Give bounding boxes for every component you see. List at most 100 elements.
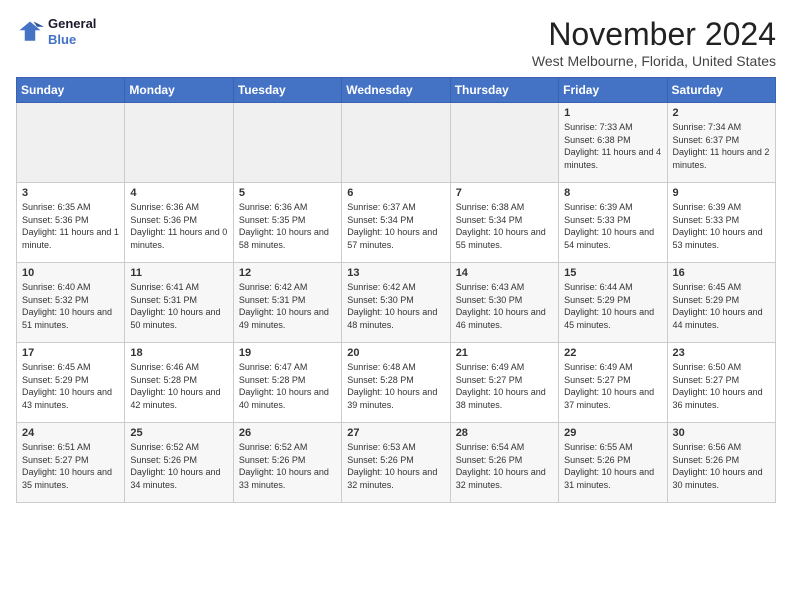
title-area: November 2024 West Melbourne, Florida, U… <box>532 16 776 69</box>
day-cell: 8Sunrise: 6:39 AM Sunset: 5:33 PM Daylig… <box>559 183 667 263</box>
day-cell: 20 Sunrise: 6:48 AM Sunset: 5:28 PM Dayli… <box>342 343 450 423</box>
day-cell: 19 Sunrise: 6:47 AM Sunset: 5:28 PM Dayli… <box>233 343 341 423</box>
day-info: Sunrise: 6:56 AM Sunset: 5:26 PM Dayligh… <box>673 441 770 491</box>
day-cell: 22 Sunrise: 6:49 AM Sunset: 5:27 PM Dayli… <box>559 343 667 423</box>
day-number: 23 <box>673 347 770 359</box>
weekday-header-friday: Friday <box>559 78 667 103</box>
day-number: 16 <box>673 267 770 279</box>
day-cell: 27 Sunrise: 6:53 AM Sunset: 5:26 PM Dayli… <box>342 423 450 503</box>
week-row-5: 24 Sunrise: 6:51 AM Sunset: 5:27 PM Dayli… <box>17 423 776 503</box>
day-cell: 10Sunrise: 6:40 AM Sunset: 5:32 PM Dayli… <box>17 263 125 343</box>
day-info: Sunrise: 6:45 AM Sunset: 5:29 PM Dayligh… <box>22 361 119 411</box>
location-title: West Melbourne, Florida, United States <box>532 53 776 69</box>
day-info: Sunrise: 6:42 AM Sunset: 5:30 PM Dayligh… <box>347 281 444 331</box>
day-info: Sunrise: 6:48 AM Sunset: 5:28 PM Dayligh… <box>347 361 444 411</box>
day-cell: 5Sunrise: 6:36 AM Sunset: 5:35 PM Daylig… <box>233 183 341 263</box>
day-info: Sunrise: 6:36 AM Sunset: 5:35 PM Dayligh… <box>239 201 336 251</box>
day-number: 28 <box>456 427 553 439</box>
day-cell: 23Sunrise: 6:50 AM Sunset: 5:27 PM Dayli… <box>667 343 775 423</box>
day-info: Sunrise: 6:51 AM Sunset: 5:27 PM Dayligh… <box>22 441 119 491</box>
day-info: Sunrise: 6:47 AM Sunset: 5:28 PM Dayligh… <box>239 361 336 411</box>
day-info: Sunrise: 6:36 AM Sunset: 5:36 PM Dayligh… <box>130 201 227 251</box>
header: General Blue November 2024 West Melbourn… <box>16 16 776 69</box>
day-number: 21 <box>456 347 553 359</box>
day-cell: 21 Sunrise: 6:49 AM Sunset: 5:27 PM Dayli… <box>450 343 558 423</box>
day-number: 15 <box>564 267 661 279</box>
day-cell: 26 Sunrise: 6:52 AM Sunset: 5:26 PM Dayli… <box>233 423 341 503</box>
day-number: 6 <box>347 187 444 199</box>
day-cell: 30 Sunrise: 6:56 AM Sunset: 5:26 PM Dayli… <box>667 423 775 503</box>
weekday-header-tuesday: Tuesday <box>233 78 341 103</box>
day-cell: 2Sunrise: 7:34 AM Sunset: 6:37 PM Daylig… <box>667 103 775 183</box>
weekday-header-thursday: Thursday <box>450 78 558 103</box>
day-cell: 3 Sunrise: 6:35 AM Sunset: 5:36 PM Daylig… <box>17 183 125 263</box>
day-info: Sunrise: 6:55 AM Sunset: 5:26 PM Dayligh… <box>564 441 661 491</box>
day-info: Sunrise: 6:39 AM Sunset: 5:33 PM Dayligh… <box>564 201 661 251</box>
day-number: 3 <box>22 187 119 199</box>
day-info: Sunrise: 6:46 AM Sunset: 5:28 PM Dayligh… <box>130 361 227 411</box>
day-info: Sunrise: 6:52 AM Sunset: 5:26 PM Dayligh… <box>239 441 336 491</box>
month-title: November 2024 <box>532 16 776 53</box>
day-info: Sunrise: 6:42 AM Sunset: 5:31 PM Dayligh… <box>239 281 336 331</box>
weekday-header-monday: Monday <box>125 78 233 103</box>
logo-text-blue: Blue <box>48 32 96 48</box>
day-cell: 15 Sunrise: 6:44 AM Sunset: 5:29 PM Dayli… <box>559 263 667 343</box>
day-number: 19 <box>239 347 336 359</box>
day-number: 9 <box>673 187 770 199</box>
day-number: 22 <box>564 347 661 359</box>
day-cell <box>450 103 558 183</box>
day-cell: 28 Sunrise: 6:54 AM Sunset: 5:26 PM Dayli… <box>450 423 558 503</box>
day-cell <box>342 103 450 183</box>
day-cell: 12 Sunrise: 6:42 AM Sunset: 5:31 PM Dayli… <box>233 263 341 343</box>
weekday-header-saturday: Saturday <box>667 78 775 103</box>
week-row-3: 10Sunrise: 6:40 AM Sunset: 5:32 PM Dayli… <box>17 263 776 343</box>
day-number: 20 <box>347 347 444 359</box>
day-number: 30 <box>673 427 770 439</box>
day-number: 7 <box>456 187 553 199</box>
day-info: Sunrise: 7:34 AM Sunset: 6:37 PM Dayligh… <box>673 121 770 171</box>
day-info: Sunrise: 6:37 AM Sunset: 5:34 PM Dayligh… <box>347 201 444 251</box>
week-row-1: 1 Sunrise: 7:33 AM Sunset: 6:38 PM Daylig… <box>17 103 776 183</box>
day-info: Sunrise: 6:52 AM Sunset: 5:26 PM Dayligh… <box>130 441 227 491</box>
day-number: 1 <box>564 107 661 119</box>
day-info: Sunrise: 6:45 AM Sunset: 5:29 PM Dayligh… <box>673 281 770 331</box>
day-info: Sunrise: 6:39 AM Sunset: 5:33 PM Dayligh… <box>673 201 770 251</box>
logo: General Blue <box>16 16 96 47</box>
day-info: Sunrise: 6:41 AM Sunset: 5:31 PM Dayligh… <box>130 281 227 331</box>
day-number: 14 <box>456 267 553 279</box>
day-number: 25 <box>130 427 227 439</box>
day-info: Sunrise: 6:44 AM Sunset: 5:29 PM Dayligh… <box>564 281 661 331</box>
day-cell: 13 Sunrise: 6:42 AM Sunset: 5:30 PM Dayli… <box>342 263 450 343</box>
day-cell: 6 Sunrise: 6:37 AM Sunset: 5:34 PM Daylig… <box>342 183 450 263</box>
day-number: 24 <box>22 427 119 439</box>
day-number: 18 <box>130 347 227 359</box>
day-number: 29 <box>564 427 661 439</box>
day-cell: 9 Sunrise: 6:39 AM Sunset: 5:33 PM Daylig… <box>667 183 775 263</box>
day-info: Sunrise: 7:33 AM Sunset: 6:38 PM Dayligh… <box>564 121 661 171</box>
logo-text-general: General <box>48 16 96 32</box>
day-cell <box>125 103 233 183</box>
day-info: Sunrise: 6:53 AM Sunset: 5:26 PM Dayligh… <box>347 441 444 491</box>
day-info: Sunrise: 6:49 AM Sunset: 5:27 PM Dayligh… <box>456 361 553 411</box>
day-cell: 14 Sunrise: 6:43 AM Sunset: 5:30 PM Dayli… <box>450 263 558 343</box>
day-cell: 29 Sunrise: 6:55 AM Sunset: 5:26 PM Dayli… <box>559 423 667 503</box>
day-info: Sunrise: 6:43 AM Sunset: 5:30 PM Dayligh… <box>456 281 553 331</box>
day-info: Sunrise: 6:35 AM Sunset: 5:36 PM Dayligh… <box>22 201 119 251</box>
day-cell: 17Sunrise: 6:45 AM Sunset: 5:29 PM Dayli… <box>17 343 125 423</box>
day-number: 13 <box>347 267 444 279</box>
day-cell: 7 Sunrise: 6:38 AM Sunset: 5:34 PM Daylig… <box>450 183 558 263</box>
day-cell: 4Sunrise: 6:36 AM Sunset: 5:36 PM Daylig… <box>125 183 233 263</box>
day-cell: 25 Sunrise: 6:52 AM Sunset: 5:26 PM Dayli… <box>125 423 233 503</box>
day-info: Sunrise: 6:54 AM Sunset: 5:26 PM Dayligh… <box>456 441 553 491</box>
weekday-header-wednesday: Wednesday <box>342 78 450 103</box>
day-cell: 18 Sunrise: 6:46 AM Sunset: 5:28 PM Dayli… <box>125 343 233 423</box>
day-number: 27 <box>347 427 444 439</box>
day-info: Sunrise: 6:38 AM Sunset: 5:34 PM Dayligh… <box>456 201 553 251</box>
day-number: 12 <box>239 267 336 279</box>
day-number: 26 <box>239 427 336 439</box>
week-row-2: 3 Sunrise: 6:35 AM Sunset: 5:36 PM Daylig… <box>17 183 776 263</box>
day-info: Sunrise: 6:49 AM Sunset: 5:27 PM Dayligh… <box>564 361 661 411</box>
week-row-4: 17Sunrise: 6:45 AM Sunset: 5:29 PM Dayli… <box>17 343 776 423</box>
day-cell <box>233 103 341 183</box>
day-cell: 1 Sunrise: 7:33 AM Sunset: 6:38 PM Daylig… <box>559 103 667 183</box>
